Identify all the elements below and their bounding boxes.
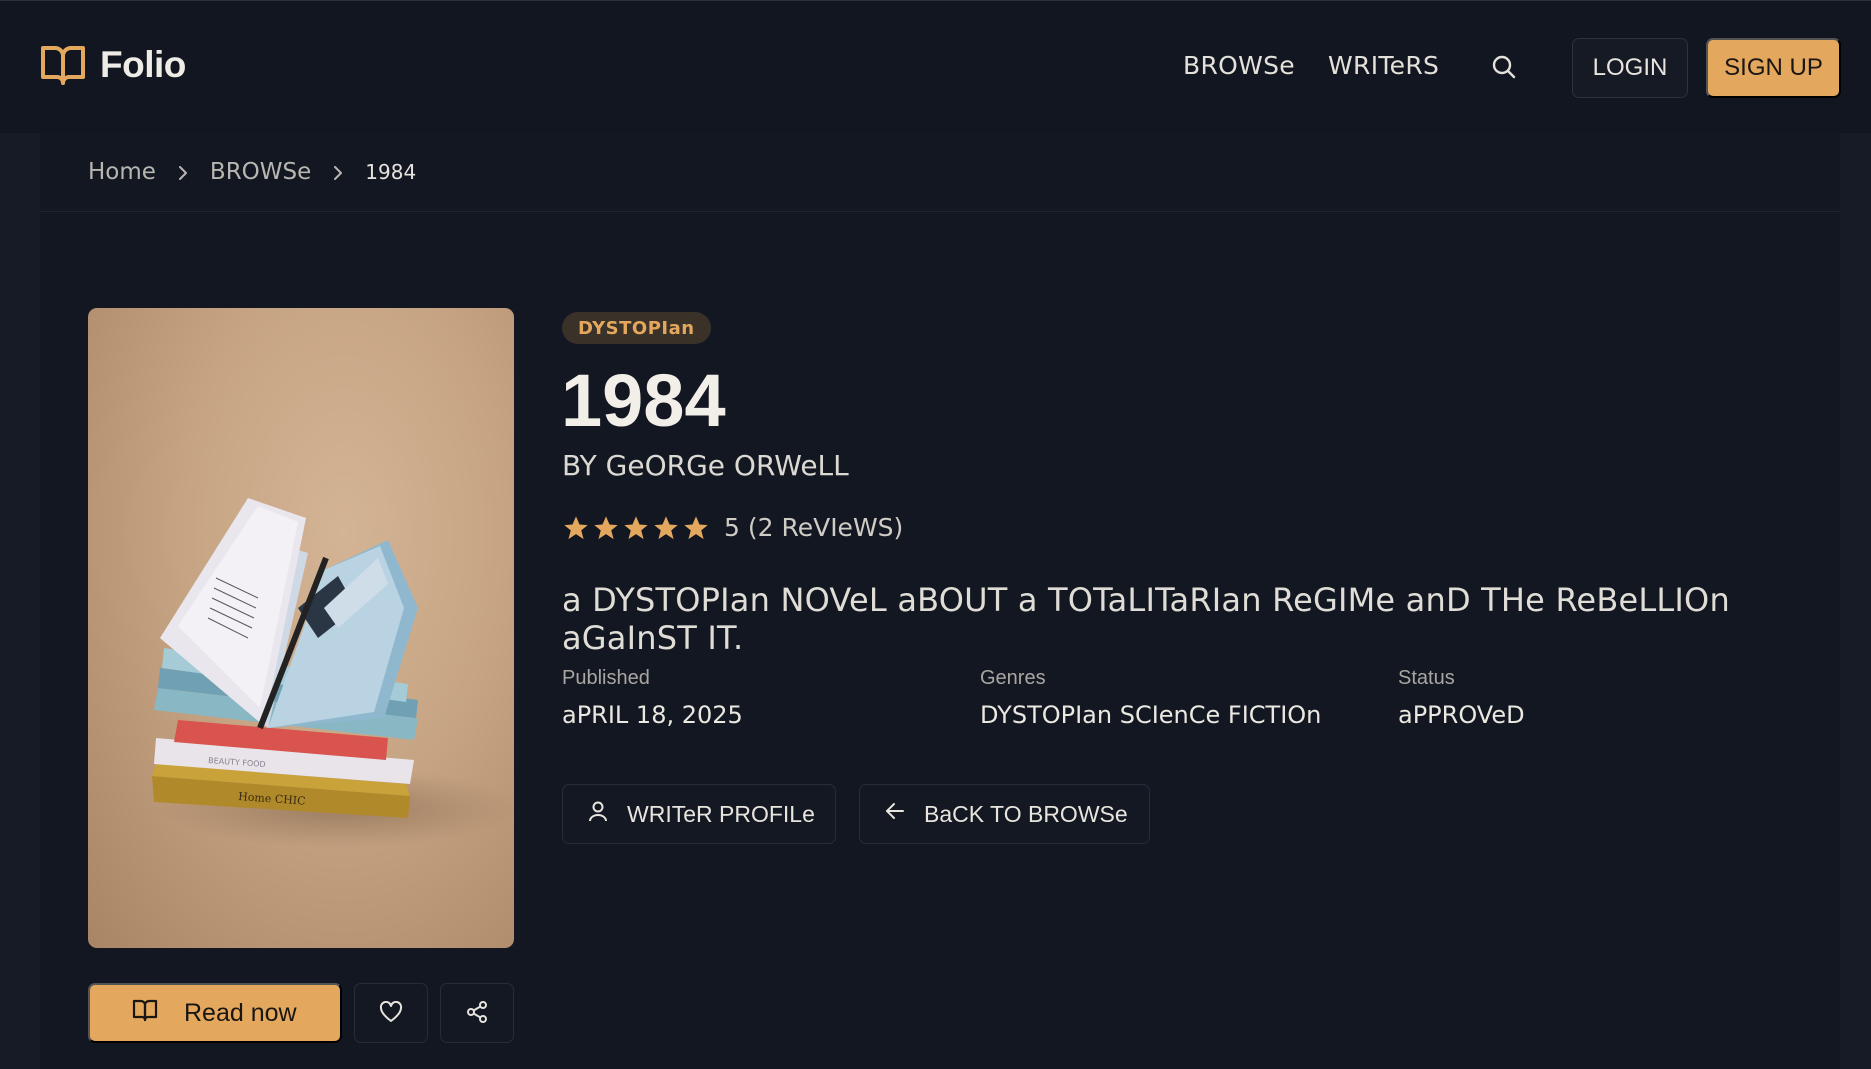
nav-writers-link[interactable]: WRITeRS — [1328, 51, 1439, 80]
star-icon — [564, 515, 588, 539]
breadcrumb-current: 1984 — [365, 160, 417, 184]
writer-profile-button[interactable]: WRITeR PROFILe — [562, 784, 836, 844]
rating: 5 (2 ReVIeWS) — [562, 513, 903, 542]
top-navigation-bar: Folio BROWSe WRITeRS LOGIN SIGN UP — [0, 0, 1871, 133]
genres-value: DYSTOPIan SCIenCe FICTIOn — [980, 701, 1322, 729]
logo[interactable]: Folio — [40, 44, 186, 86]
book-title: 1984 — [561, 359, 726, 442]
open-book-icon — [40, 44, 86, 86]
breadcrumb: Home BROWSe 1984 — [40, 133, 1840, 212]
published-value: aPRIL 18, 2025 — [562, 701, 743, 729]
writer-profile-label: WRITeR PROFILe — [627, 800, 815, 827]
user-icon — [587, 800, 609, 828]
star-icon — [684, 515, 708, 539]
chevron-right-icon — [331, 165, 345, 180]
book-detail-panel: Home BROWSe 1984 Home CHIC BEAUTY FOOD R… — [40, 133, 1840, 1069]
sign-up-button[interactable]: SIGN UP — [1706, 38, 1841, 98]
favorite-button[interactable] — [354, 983, 428, 1043]
logo-text: Folio — [100, 44, 186, 85]
breadcrumb-home[interactable]: Home — [88, 159, 156, 185]
share-icon — [465, 1000, 489, 1027]
search-button[interactable] — [1490, 53, 1522, 85]
read-now-button[interactable]: Read now — [88, 983, 342, 1043]
genres-label: Genres — [980, 667, 1046, 689]
search-icon — [1490, 55, 1518, 85]
read-now-label: Read now — [184, 998, 297, 1027]
chevron-right-icon — [176, 165, 190, 180]
nav-browse-link[interactable]: BROWSe — [1183, 51, 1295, 80]
login-button[interactable]: LOGIN — [1572, 38, 1688, 98]
back-to-browse-button[interactable]: BaCK TO BROWSe — [859, 784, 1150, 844]
book-icon — [132, 998, 158, 1029]
star-icon — [654, 515, 678, 539]
arrow-left-icon — [884, 800, 906, 828]
star-icon — [624, 515, 648, 539]
book-description: a DYSTOPIan NOVeL aBOUT a TOTaLITaRIan R… — [562, 581, 1730, 657]
author-line[interactable]: BY GeORGe ORWeLL — [562, 449, 849, 482]
published-label: Published — [562, 667, 650, 689]
heart-icon — [379, 1000, 403, 1026]
status-value: aPPROVeD — [1398, 701, 1525, 729]
breadcrumb-browse[interactable]: BROWSe — [210, 159, 311, 185]
star-rating — [562, 514, 712, 542]
genre-tag[interactable]: DYSTOPIan — [562, 312, 711, 344]
star-icon — [594, 515, 618, 539]
back-to-browse-label: BaCK TO BROWSe — [924, 800, 1128, 827]
book-cover-image: Home CHIC BEAUTY FOOD — [88, 308, 514, 948]
status-label: Status — [1398, 667, 1455, 689]
share-button[interactable] — [440, 983, 514, 1043]
rating-text: 5 (2 ReVIeWS) — [724, 513, 904, 542]
